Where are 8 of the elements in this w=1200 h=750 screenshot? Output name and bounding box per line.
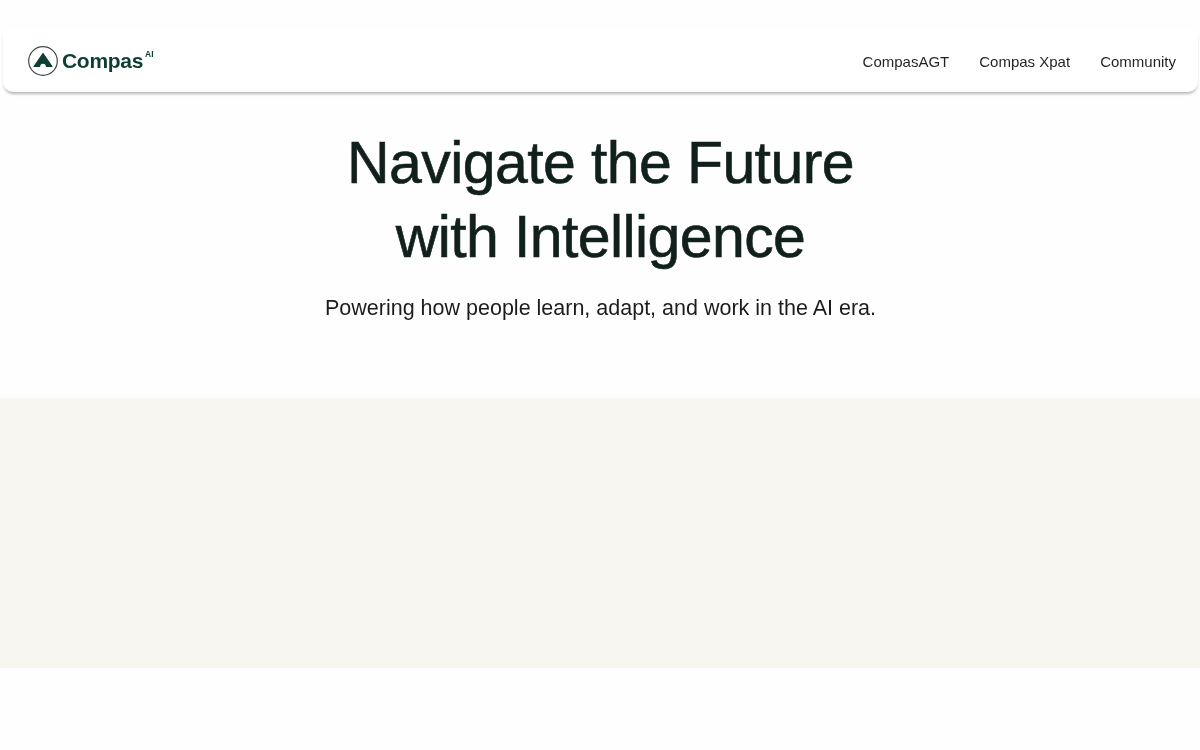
hero-subtitle: Powering how people learn, adapt, and work in the AI era. — [325, 295, 876, 322]
nav-link[interactable]: Compas Xpat — [979, 52, 1071, 70]
hero-title: Navigate the Future with Intelligence — [346, 129, 855, 272]
logo-suffix: AI — [145, 50, 154, 59]
logo-icon — [28, 46, 58, 76]
nav-link[interactable]: CompasAGT — [862, 52, 950, 70]
nav-link[interactable]: Community — [1100, 52, 1176, 70]
logo-wordmark: Compas — [62, 49, 144, 73]
